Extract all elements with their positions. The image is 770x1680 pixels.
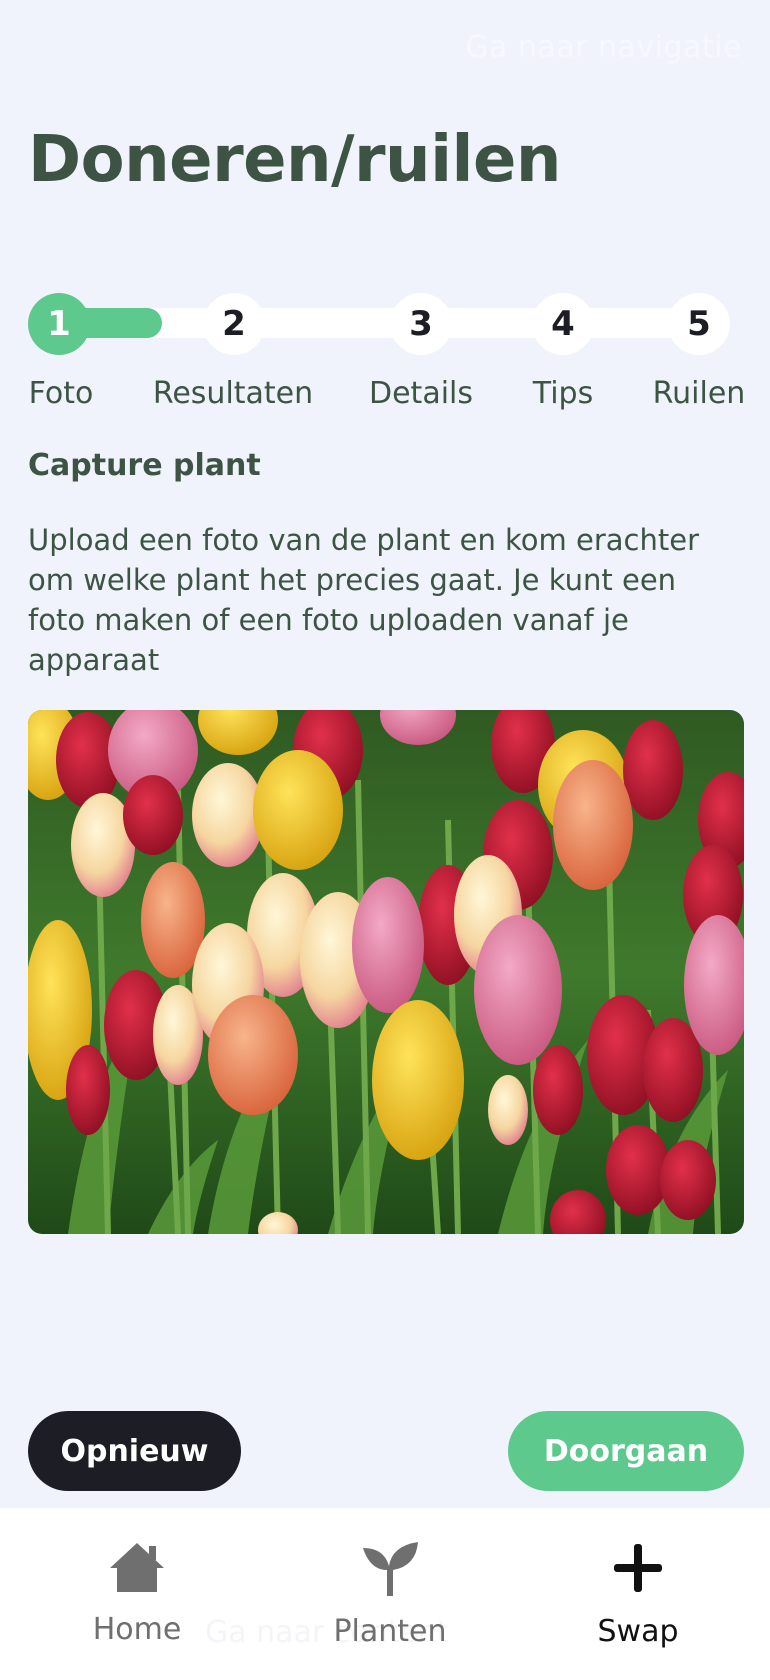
step-4-circle[interactable]: 4 [532,293,594,355]
section-title: Capture plant [28,448,261,483]
skip-to-navigation-link[interactable]: Ga naar navigatie [465,30,742,65]
step-2-label: Resultaten [152,376,314,411]
tab-home-label: Home [92,1612,182,1647]
step-5-label: Ruilen [652,376,746,411]
step-4-label: Tips [532,376,594,411]
plant-photo [28,710,744,1234]
tab-swap[interactable]: Swap [548,1540,728,1649]
plus-icon [610,1540,666,1600]
instruction-text: Upload een foto van de plant en kom erac… [28,523,700,677]
tab-planten-label: Planten [333,1614,447,1649]
page-title: Doneren/ruilen [28,123,561,197]
tab-swap-label: Swap [597,1614,679,1649]
tulip-image [28,710,744,1234]
step-1-label: Foto [28,376,94,411]
retry-button[interactable]: Opnieuw [28,1411,241,1491]
step-3-circle[interactable]: 3 [390,293,452,355]
tab-home[interactable]: Home [47,1540,227,1647]
tab-planten[interactable]: Planten [300,1540,480,1649]
step-5-circle[interactable]: 5 [668,293,730,355]
step-3-label: Details [368,376,474,411]
step-1-circle[interactable]: 1 [28,293,90,355]
step-2-circle[interactable]: 2 [203,293,265,355]
sprout-icon [360,1540,420,1600]
home-icon [107,1540,167,1598]
continue-button[interactable]: Doorgaan [508,1411,744,1491]
